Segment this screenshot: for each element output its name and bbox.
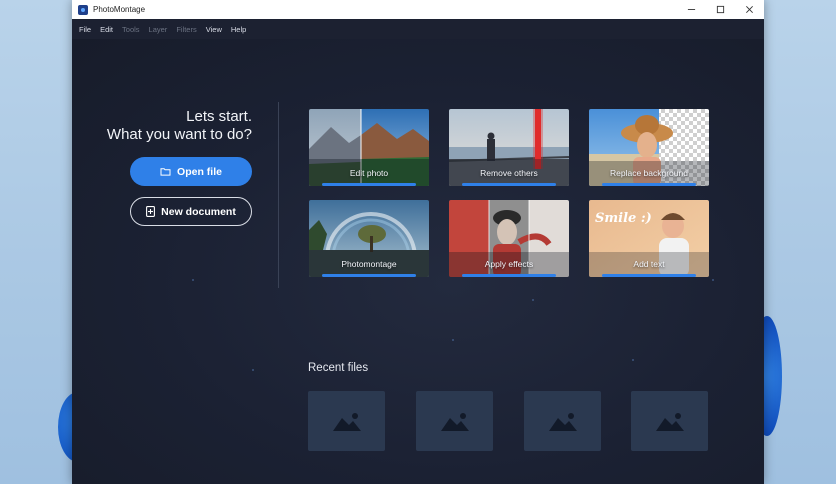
image-placeholder-icon	[548, 413, 577, 431]
start-screen: Lets start. What you want to do? Open fi…	[72, 39, 764, 484]
window-title: PhotoMontage	[93, 5, 146, 14]
card-label: Apply effects	[484, 259, 534, 269]
menu-view[interactable]: View	[206, 25, 222, 34]
new-document-icon	[146, 206, 156, 217]
maximize-button[interactable]	[706, 0, 735, 19]
image-placeholder-icon	[332, 413, 361, 431]
card-accent-bar	[602, 274, 696, 277]
card-label: Photomontage	[341, 259, 397, 269]
intro-heading: Lets start.	[186, 108, 252, 125]
card-accent-bar	[322, 183, 416, 186]
intro-subheading: What you want to do?	[106, 126, 252, 143]
card-add-text[interactable]: Smile :) Add text	[589, 200, 709, 277]
image-placeholder-icon	[440, 413, 469, 431]
close-icon	[746, 6, 753, 13]
menu-help[interactable]: Help	[231, 25, 246, 34]
open-file-label: Open file	[177, 165, 222, 178]
menu-file[interactable]: File	[79, 25, 91, 34]
star-decoration	[452, 339, 454, 341]
app-window: PhotoMontage File Edit Tools Layer Filte…	[72, 0, 764, 484]
card-label: Remove others	[480, 168, 538, 178]
menu-tools[interactable]: Tools	[122, 25, 140, 34]
card-overlay-text: Smile :)	[595, 211, 652, 226]
folder-icon	[160, 167, 171, 176]
star-decoration	[532, 299, 534, 301]
menu-bar: File Edit Tools Layer Filters View Help	[72, 19, 764, 39]
window-controls	[677, 0, 764, 19]
recent-file-tile[interactable]	[416, 391, 493, 451]
card-edit-photo[interactable]: Edit photo	[309, 109, 429, 186]
card-accent-bar	[462, 183, 556, 186]
recent-file-tile[interactable]	[631, 391, 708, 451]
star-decoration	[252, 369, 254, 371]
minimize-button[interactable]	[677, 0, 706, 19]
star-decoration	[712, 279, 714, 281]
card-label: Replace background	[610, 168, 688, 178]
card-label: Add text	[633, 259, 665, 269]
close-button[interactable]	[735, 0, 764, 19]
card-accent-bar	[322, 274, 416, 277]
maximize-icon	[716, 5, 725, 14]
card-accent-bar	[602, 183, 696, 186]
recent-file-tile[interactable]	[308, 391, 385, 451]
recent-file-tile[interactable]	[524, 391, 601, 451]
divider	[278, 102, 279, 288]
card-replace-background[interactable]: Replace background	[589, 109, 709, 186]
new-document-label: New document	[161, 205, 236, 218]
menu-edit[interactable]: Edit	[100, 25, 113, 34]
recent-files-title: Recent files	[308, 362, 369, 374]
star-decoration	[192, 279, 194, 281]
card-label: Edit photo	[349, 168, 389, 178]
menu-layer[interactable]: Layer	[149, 25, 168, 34]
open-file-button[interactable]: Open file	[130, 157, 252, 186]
app-logo-icon	[78, 4, 88, 15]
minimize-icon	[687, 9, 696, 10]
card-photomontage[interactable]: Photomontage	[309, 200, 429, 277]
card-accent-bar	[462, 274, 556, 277]
card-apply-effects[interactable]: Apply effects	[449, 200, 569, 277]
image-placeholder-icon	[655, 413, 684, 431]
star-decoration	[632, 359, 634, 361]
card-remove-others[interactable]: Remove others	[449, 109, 569, 186]
new-document-button[interactable]: New document	[130, 197, 252, 226]
title-bar: PhotoMontage	[72, 0, 764, 19]
menu-filters[interactable]: Filters	[176, 25, 196, 34]
